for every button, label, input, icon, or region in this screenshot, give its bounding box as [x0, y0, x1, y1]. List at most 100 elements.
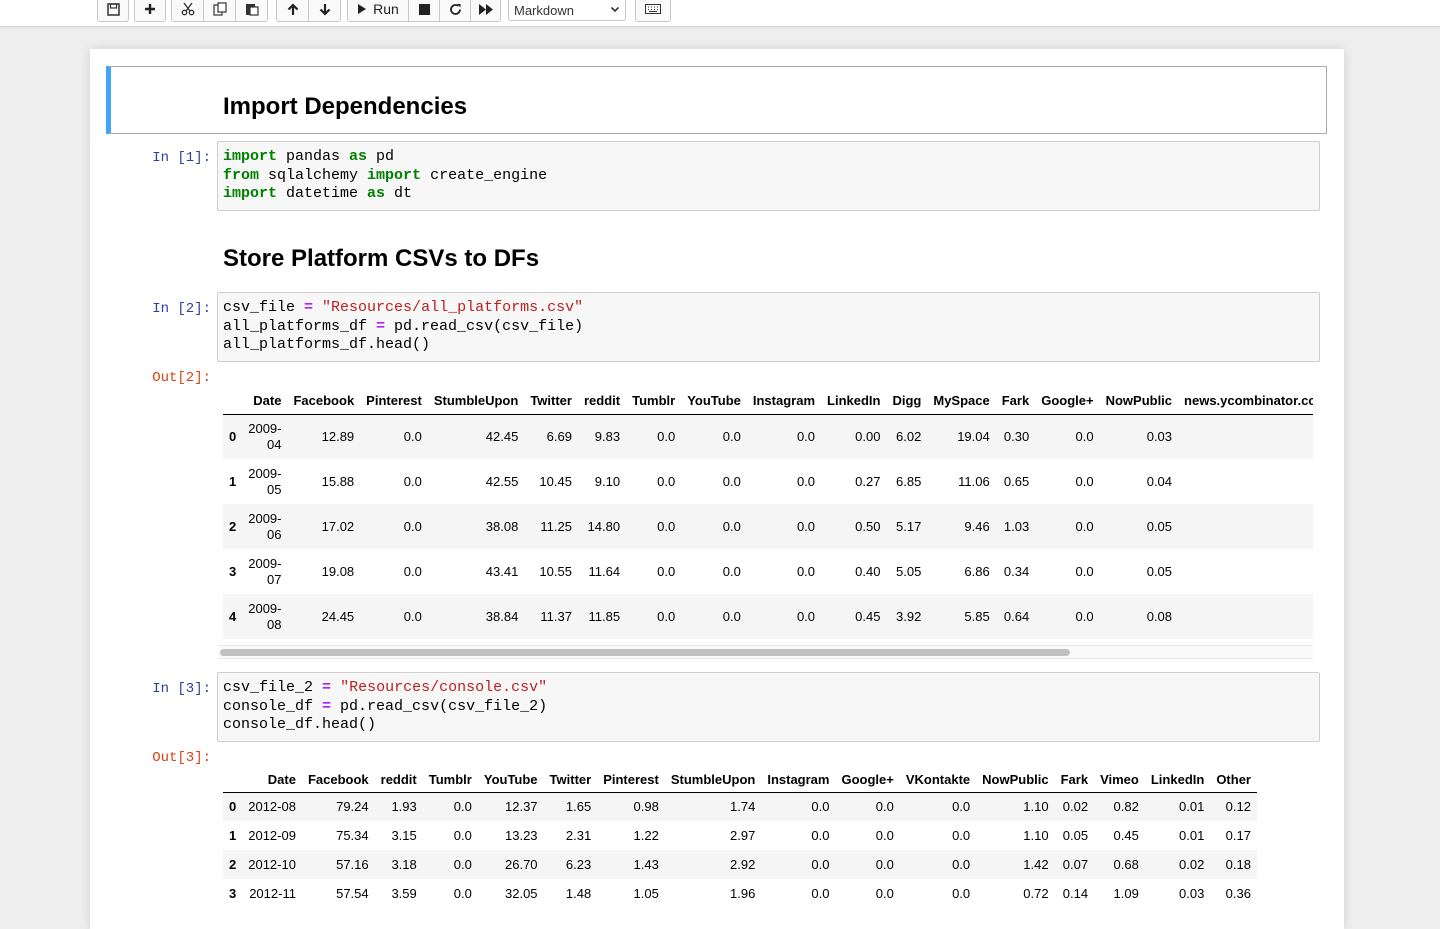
- input-prompt-2: In [2]:: [152, 301, 211, 317]
- table-cell: 0.0: [722, 609, 741, 624]
- insert-cell-button[interactable]: [134, 0, 166, 22]
- table-cell: 0.0: [1075, 474, 1094, 489]
- column-header: reddit: [577, 379, 627, 415]
- column-header: Fark: [1054, 759, 1095, 793]
- notebook-toolbar: Run Markdown: [0, 0, 1440, 27]
- code-cell-2[interactable]: csv_file = "Resources/all_platforms.csv"…: [217, 292, 1320, 362]
- table-cell: 0.0: [796, 609, 816, 624]
- scrollbar-thumb[interactable]: [220, 649, 1070, 656]
- table-cell: 0.0: [811, 886, 830, 901]
- table-cell: 0.05: [1062, 828, 1089, 843]
- table-cell: 26.70: [505, 857, 538, 872]
- table-cell: 0.17: [1225, 828, 1251, 843]
- move-down-button[interactable]: [308, 0, 341, 22]
- table-cell: 0.36: [1225, 886, 1251, 901]
- table-cell: 6.69: [546, 429, 572, 445]
- column-header: Facebook: [301, 759, 375, 793]
- table-cell: 0.02: [1179, 857, 1205, 872]
- table-cell: 0.50: [855, 519, 881, 534]
- table-header-row: Date Facebook Pinterest StumbleUpon Twitter r…: [223, 379, 1313, 415]
- row-index: 0: [229, 429, 237, 445]
- table-cell: 0.0: [722, 519, 741, 534]
- paste-button[interactable]: [235, 0, 268, 22]
- restart-button[interactable]: [439, 0, 471, 22]
- arrow-up-icon: [287, 2, 298, 15]
- code-text: csv_file: [223, 299, 305, 316]
- table-cell: [1178, 549, 1313, 594]
- code-line: import datetime as dt: [223, 185, 1319, 204]
- column-header: Date: [242, 379, 288, 415]
- column-header: Twitter: [543, 759, 598, 793]
- table-cell: 0.14: [1062, 886, 1089, 901]
- move-up-button[interactable]: [276, 0, 309, 22]
- row-index: 3: [229, 886, 237, 901]
- code-operator: =: [376, 317, 386, 335]
- table-cell: 0.0: [657, 564, 676, 579]
- save-button[interactable]: [97, 0, 129, 22]
- table-cell: 11.85: [588, 609, 621, 624]
- code-keyword: as: [367, 185, 386, 202]
- heading-import-dependencies: Import Dependencies: [223, 93, 468, 120]
- stop-icon: [418, 3, 430, 15]
- table-cell: 57.16: [336, 857, 369, 872]
- column-header: Facebook: [287, 379, 361, 415]
- table-cell: 5.17: [896, 519, 922, 534]
- table-cell: 0.0: [952, 799, 971, 815]
- table-cell: 57.54: [336, 886, 369, 901]
- table-cell: 1.22: [633, 828, 659, 843]
- table-cell: 1.10: [1023, 828, 1049, 843]
- run-all-button[interactable]: [470, 0, 501, 22]
- table-cell: 5.05: [896, 564, 922, 579]
- table-cell: 0.0: [811, 799, 830, 815]
- code-text: pd.read_csv(csv_file): [385, 317, 584, 335]
- table-cell: 0.68: [1113, 857, 1139, 872]
- table-row: 1 2009- 05 15.88 0.0 42.55 10.45 9.10 0.0 0.0 0.0 0…: [223, 459, 1313, 504]
- column-header: YouTube: [681, 379, 747, 415]
- column-header: Twitter: [524, 379, 578, 415]
- command-palette-button[interactable]: [635, 0, 671, 22]
- column-header: Instagram: [761, 759, 836, 793]
- output-prompt-2: Out[2]:: [152, 370, 211, 386]
- table-cell: 0.0: [657, 474, 676, 489]
- table-cell: 0.08: [1146, 609, 1173, 624]
- table-cell: 0.0: [1075, 429, 1094, 445]
- table-cell: 0.0: [796, 429, 816, 445]
- table-cell: 1.10: [1023, 799, 1049, 815]
- code-cell-1[interactable]: import pandas as pd from sqlalchemy impor…: [217, 141, 1320, 211]
- table-cell: 1.05: [633, 886, 659, 901]
- table-cell: 0.45: [1113, 828, 1139, 843]
- code-operator: =: [322, 679, 332, 696]
- table-cell: 0.12: [1225, 799, 1251, 815]
- table-row: 1 2012-09 75.34 3.15 0.0 13.23 2.31 1.22 2.97 0.0…: [223, 821, 1257, 850]
- table-cell: 0.0: [403, 429, 422, 445]
- table-cell: 0.72: [1023, 886, 1049, 901]
- interrupt-button[interactable]: [408, 0, 440, 22]
- run-label: Run: [373, 1, 399, 17]
- table-cell: 2.31: [565, 828, 592, 843]
- code-text: sqlalchemy: [259, 166, 368, 184]
- row-index: 0: [229, 799, 237, 815]
- cut-button[interactable]: [171, 0, 204, 22]
- column-header: NowPublic: [1099, 379, 1179, 415]
- horizontal-scrollbar[interactable]: [218, 645, 1313, 659]
- table-cell: 10.55: [539, 564, 572, 579]
- table-cell: 0.0: [403, 519, 422, 534]
- column-header: Pinterest: [360, 379, 428, 415]
- table-cell: 0.0: [1075, 519, 1094, 534]
- code-line: all_platforms_df.head(): [223, 336, 1319, 355]
- table-cell: 42.45: [485, 429, 519, 445]
- table-cell: 32.05: [505, 886, 538, 901]
- table-cell: 2012-10: [248, 857, 296, 872]
- code-text: datetime: [277, 185, 368, 202]
- column-header: news.ycombinator.com: [1178, 379, 1313, 415]
- copy-button[interactable]: [203, 0, 236, 22]
- table-cell: 0.07: [1062, 857, 1089, 872]
- code-cell-3[interactable]: csv_file_2 = "Resources/console.csv" cons…: [217, 672, 1320, 742]
- keyboard-group: [635, 0, 671, 22]
- run-button[interactable]: Run: [347, 0, 409, 22]
- code-string: "Resources/all_platforms.csv": [322, 299, 584, 316]
- column-header: reddit: [374, 759, 423, 793]
- cell-type-select[interactable]: Markdown: [508, 0, 626, 21]
- input-prompt-1: In [1]:: [152, 150, 211, 166]
